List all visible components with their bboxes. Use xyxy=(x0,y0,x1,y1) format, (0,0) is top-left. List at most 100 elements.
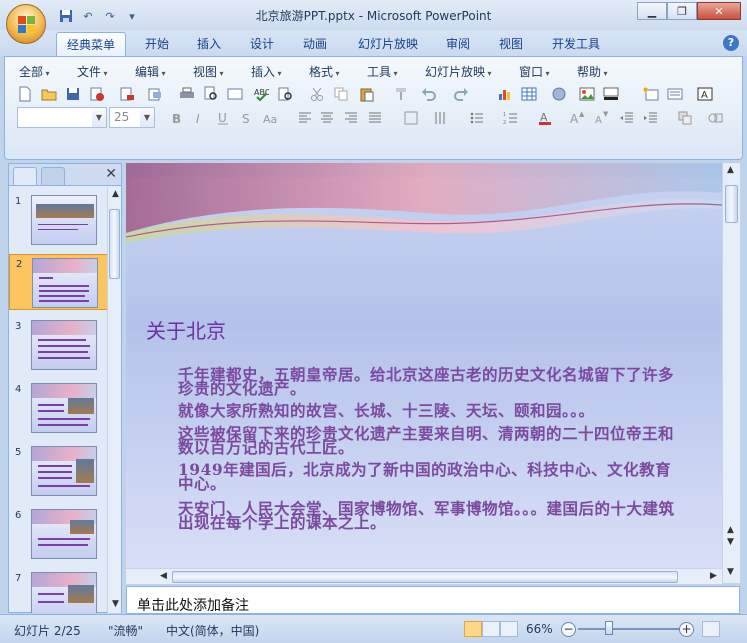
change-case-icon[interactable]: Aa xyxy=(261,108,281,128)
tab-developer[interactable]: 开发工具 xyxy=(544,32,608,56)
bullets-icon[interactable] xyxy=(467,108,487,128)
underline-icon[interactable]: U xyxy=(213,108,233,128)
slide-thumbnail-6[interactable]: 6 xyxy=(9,506,109,562)
slideshow-view-icon[interactable] xyxy=(500,621,518,637)
shapes-icon[interactable] xyxy=(705,108,725,128)
slide-editor[interactable]: 关于北京 千年建都史，五朝皇帝居。给北京这座古老的历史文化名城留下了许多珍贵的文… xyxy=(126,163,722,571)
slide-paragraph-4[interactable]: 1949年建国后，北京成为了新中国的政治中心、科技中心、文化教育中心。 xyxy=(178,462,678,492)
format-painter-icon[interactable] xyxy=(391,84,411,104)
menu-edit[interactable]: 编辑 xyxy=(135,63,166,80)
restore-button[interactable]: ❐ xyxy=(667,2,697,20)
tab-design[interactable]: 设计 xyxy=(241,32,283,56)
previous-slide-icon[interactable]: ▲ xyxy=(727,525,734,535)
table-icon[interactable] xyxy=(519,84,539,104)
scroll-right-icon[interactable]: ▶ xyxy=(710,571,717,581)
language-status[interactable]: 中文(简体，中国) xyxy=(166,622,259,639)
outline-tab[interactable] xyxy=(41,167,65,185)
increase-font-icon[interactable]: A ▲ xyxy=(567,108,587,128)
scroll-up-icon[interactable]: ▲ xyxy=(112,189,119,199)
next-slide-icon[interactable]: ▼ xyxy=(727,537,734,547)
notes-pane[interactable]: 单击此处添加备注 xyxy=(126,586,740,614)
slide-paragraph-3[interactable]: 这些被保留下来的珍贵文化遗产主要来自明、清两朝的二十四位帝王和数以百万记的古代工… xyxy=(178,426,678,456)
align-right-icon[interactable] xyxy=(341,108,361,128)
print-preview-magnifier-icon[interactable] xyxy=(201,84,221,104)
zoom-slider-handle[interactable] xyxy=(605,621,613,635)
scrollbar-thumb[interactable] xyxy=(172,571,678,583)
slide-thumbnail-5[interactable]: 5 xyxy=(9,443,109,499)
zoom-slider[interactable] xyxy=(578,628,682,630)
tab-view[interactable]: 视图 xyxy=(490,32,532,56)
new-slide-icon[interactable] xyxy=(641,84,661,104)
save-icon[interactable] xyxy=(63,84,83,104)
chevron-down-icon[interactable]: ▼ xyxy=(140,108,154,127)
scrollbar-thumb[interactable] xyxy=(725,185,738,223)
smartart-icon[interactable] xyxy=(549,84,569,104)
help-icon[interactable]: ? xyxy=(723,35,739,51)
font-size-combo[interactable]: 25 ▼ xyxy=(109,107,155,128)
pane-close-icon[interactable]: ✕ xyxy=(105,166,117,182)
scrollbar-thumb[interactable] xyxy=(109,209,120,279)
textbox-icon[interactable]: A xyxy=(695,84,715,104)
spelling-icon[interactable]: ABC xyxy=(251,84,271,104)
cut-icon[interactable] xyxy=(307,84,327,104)
minimize-button[interactable]: ▁ xyxy=(637,2,667,20)
slide-paragraph-5[interactable]: 天安门、人民大会堂、国家博物馆、军事博物馆。。。建国后的十大建筑出现在每个学上的… xyxy=(178,501,678,531)
redo-toolbar-icon[interactable] xyxy=(451,84,471,104)
menu-file[interactable]: 文件 xyxy=(77,63,108,80)
permission-icon[interactable] xyxy=(87,84,107,104)
copy-icon[interactable] xyxy=(331,84,351,104)
email-icon[interactable] xyxy=(117,84,137,104)
menu-help[interactable]: 帮助 xyxy=(577,63,608,80)
slide-title[interactable]: 关于北京 xyxy=(146,315,226,344)
decrease-font-icon[interactable]: A ▼ xyxy=(591,108,611,128)
tab-slideshow[interactable]: 幻灯片放映 xyxy=(350,32,426,56)
increase-indent-icon[interactable] xyxy=(641,108,661,128)
scroll-down-icon[interactable]: ▼ xyxy=(727,567,734,577)
open-icon[interactable] xyxy=(39,84,59,104)
tab-animation[interactable]: 动画 xyxy=(294,32,336,56)
zoom-out-button[interactable]: − xyxy=(561,622,576,637)
slides-pane-scrollbar[interactable]: ▲ ▼ xyxy=(107,187,121,613)
scroll-left-icon[interactable]: ◀ xyxy=(160,571,167,581)
bold-icon[interactable]: B xyxy=(167,108,187,128)
align-center-icon[interactable] xyxy=(317,108,337,128)
menu-window[interactable]: 窗口 xyxy=(519,63,550,80)
slide-color-icon[interactable] xyxy=(601,84,621,104)
slide-paragraph-2[interactable]: 就像大家所熟知的故宫、长城、十三陵、天坛、颐和园。。。 xyxy=(178,403,678,419)
slide-thumbnail-4[interactable]: 4 xyxy=(9,380,109,436)
strikethrough-icon[interactable]: S xyxy=(237,108,257,128)
menu-format[interactable]: 格式 xyxy=(309,63,340,80)
paste-icon[interactable] xyxy=(357,84,377,104)
text-direction-icon[interactable] xyxy=(401,108,421,128)
slide-thumbnail-2[interactable]: 2 xyxy=(9,254,109,310)
slide-thumbnail-1[interactable]: 1 xyxy=(9,192,109,248)
chart-icon[interactable] xyxy=(495,84,515,104)
slide-horizontal-scrollbar[interactable]: ◀ ▶ xyxy=(126,568,722,584)
print-preview-icon[interactable] xyxy=(145,84,165,104)
menu-all[interactable]: 全部 xyxy=(19,63,50,80)
align-left-icon[interactable] xyxy=(295,108,315,128)
undo-toolbar-icon[interactable] xyxy=(419,84,439,104)
tab-classic-menu[interactable]: 经典菜单 xyxy=(56,32,126,56)
tab-home[interactable]: 开始 xyxy=(136,32,178,56)
slide-paragraph-1[interactable]: 千年建都史，五朝皇帝居。给北京这座古老的历史文化名城留下了许多珍贵的文化遗产。 xyxy=(178,367,678,397)
layout-icon[interactable] xyxy=(665,84,685,104)
menu-view[interactable]: 视图 xyxy=(193,63,224,80)
zoom-in-button[interactable]: + xyxy=(679,622,694,637)
zoom-level[interactable]: 66% xyxy=(526,622,553,636)
italic-icon[interactable]: I xyxy=(189,108,209,128)
research-icon[interactable] xyxy=(275,84,295,104)
chevron-down-icon[interactable]: ▼ xyxy=(92,108,106,127)
scroll-down-icon[interactable]: ▼ xyxy=(112,599,119,609)
current-slide[interactable]: 关于北京 千年建都史，五朝皇帝居。给北京这座古老的历史文化名城留下了许多珍贵的文… xyxy=(126,163,722,571)
font-name-combo[interactable]: ▼ xyxy=(17,107,107,128)
normal-view-icon[interactable] xyxy=(464,621,482,637)
fit-to-window-icon[interactable] xyxy=(702,621,720,637)
justify-icon[interactable] xyxy=(365,108,385,128)
scroll-up-icon[interactable]: ▲ xyxy=(727,165,734,175)
decrease-indent-icon[interactable] xyxy=(617,108,637,128)
notes-placeholder[interactable]: 单击此处添加备注 xyxy=(137,595,249,615)
slide-vertical-scrollbar[interactable]: ▲ ▲ ▼ ▼ xyxy=(722,163,740,583)
numbering-icon[interactable]: 12 xyxy=(501,108,521,128)
tab-review[interactable]: 审阅 xyxy=(437,32,479,56)
